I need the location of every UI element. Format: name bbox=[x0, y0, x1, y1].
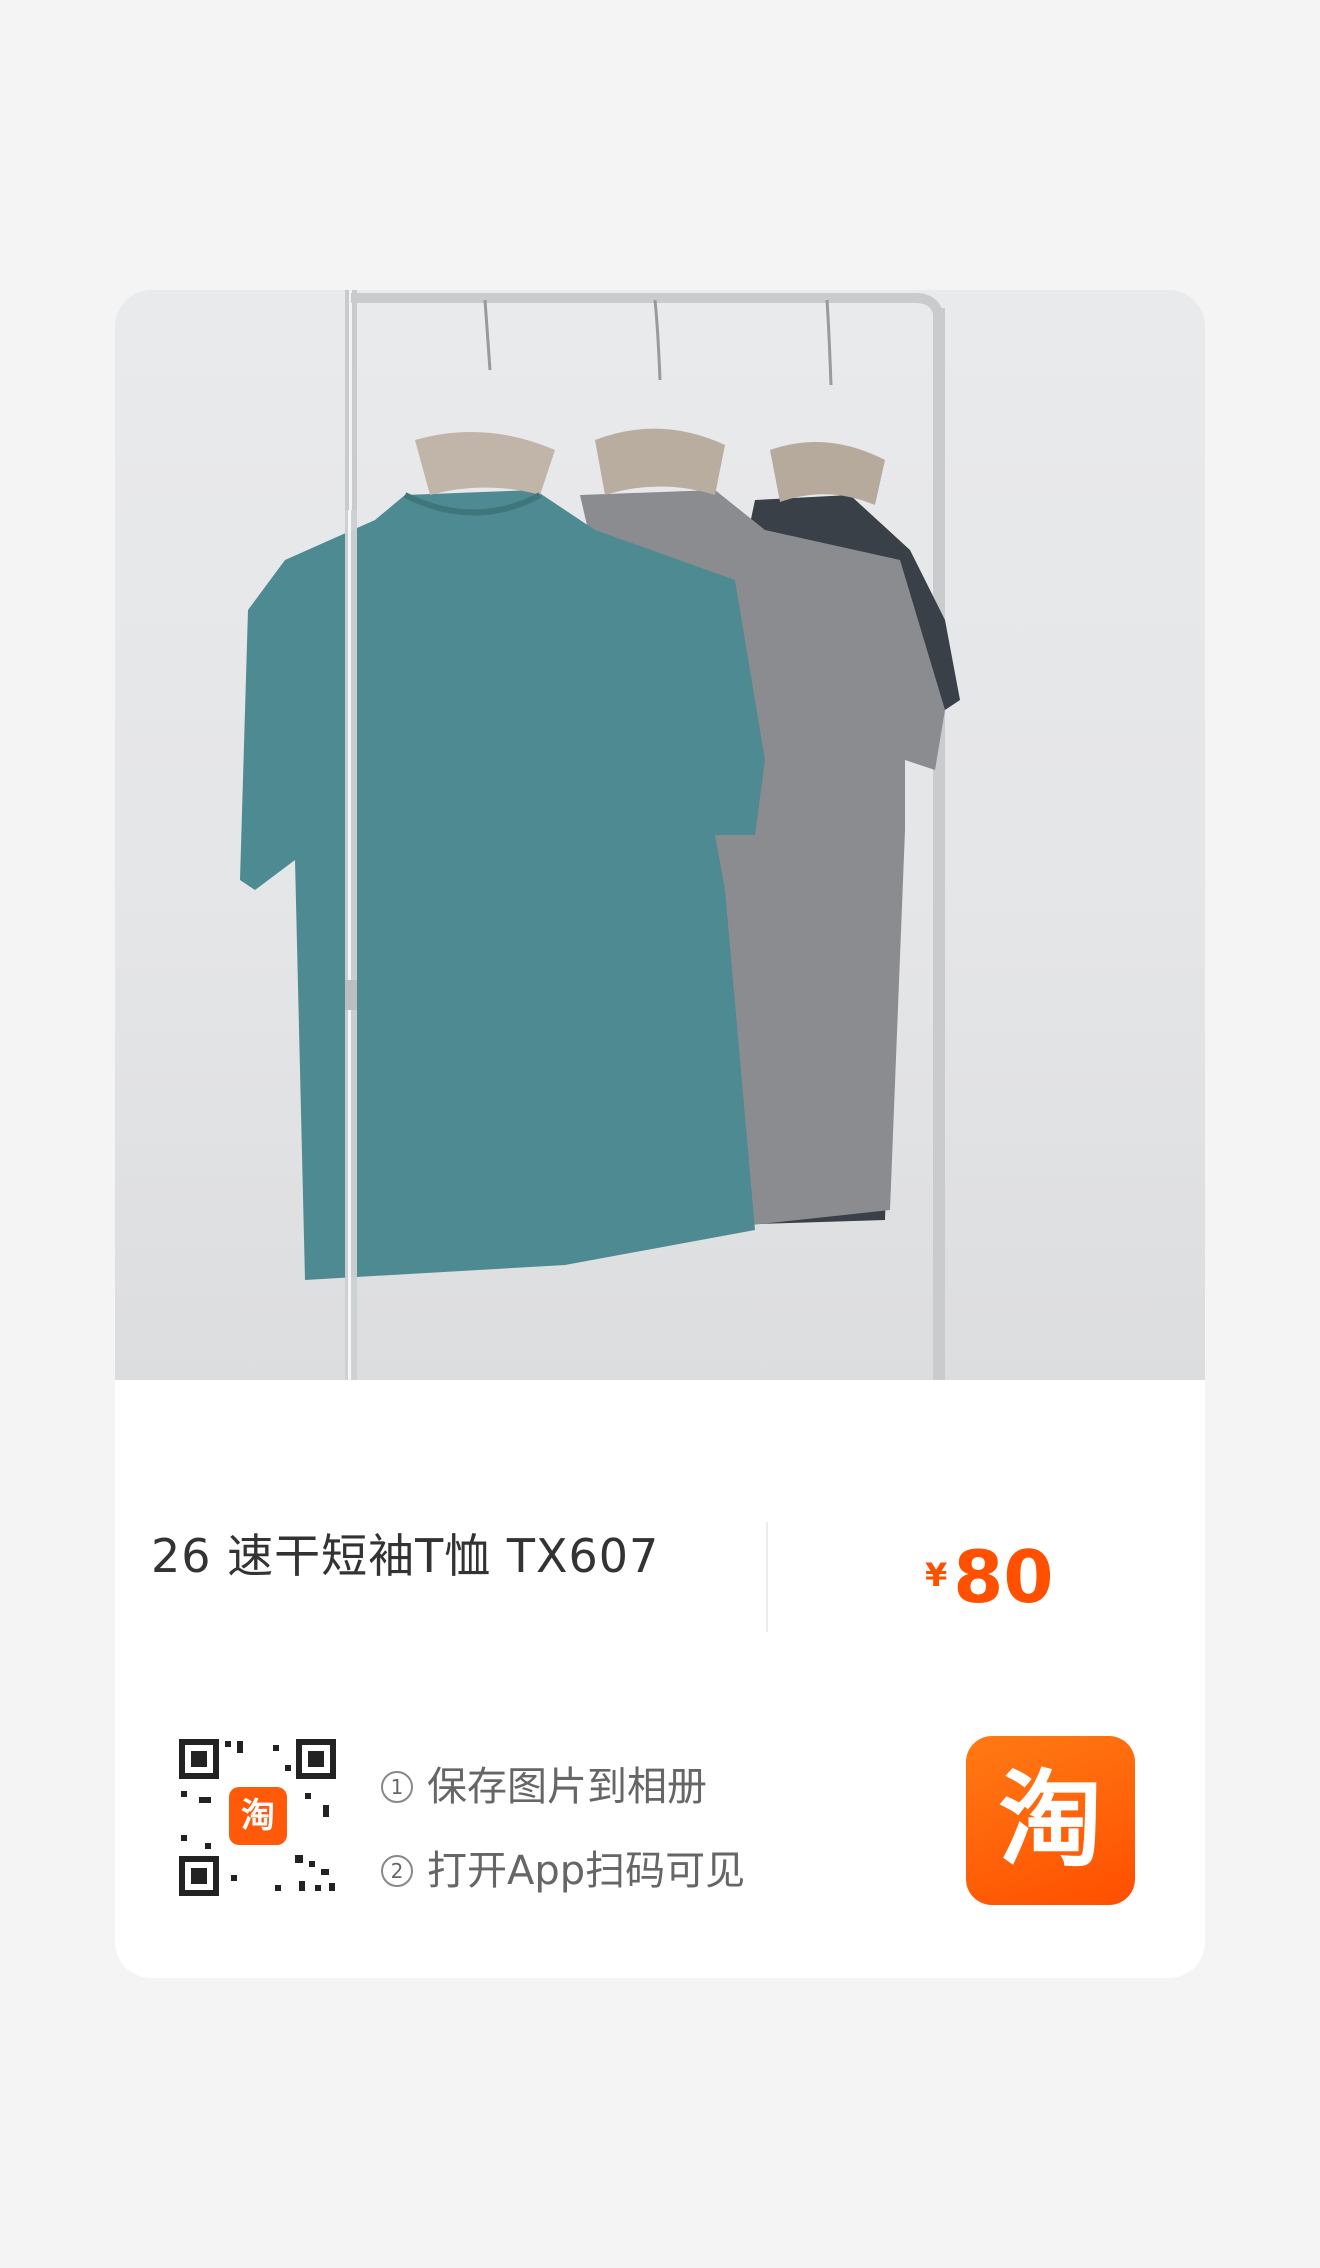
step-2-number-icon: 2 bbox=[381, 1855, 413, 1887]
step-1-number-icon: 1 bbox=[381, 1771, 413, 1803]
teal-tshirt bbox=[240, 490, 765, 1280]
rack-top-bar bbox=[351, 293, 944, 323]
qr-logo-glyph: 淘 bbox=[241, 1796, 275, 1836]
qr-taobao-logo: 淘 bbox=[229, 1787, 287, 1845]
app-logo-glyph: 淘 bbox=[998, 1759, 1103, 1881]
step-1-text: 保存图片到相册 bbox=[427, 1764, 707, 1810]
currency-symbol: ¥ bbox=[925, 1556, 948, 1594]
product-price: ¥80 bbox=[925, 1535, 1053, 1619]
product-photo-illustration bbox=[240, 290, 960, 1380]
step-2-text: 打开App扫码可见 bbox=[427, 1848, 746, 1894]
rack-pole-right bbox=[933, 308, 945, 1380]
taobao-app-icon[interactable]: 淘 bbox=[966, 1736, 1135, 1905]
product-photo[interactable] bbox=[115, 290, 1205, 1380]
price-amount: 80 bbox=[953, 1535, 1054, 1619]
share-card: 26 速干短袖T恤 TX607 ¥80 淘 1 保存图片到相册 2 打开App扫码可… bbox=[115, 290, 1205, 1978]
instruction-step-2: 2 打开App扫码可见 bbox=[381, 1838, 745, 1896]
divider bbox=[766, 1522, 768, 1632]
instruction-step-1: 1 保存图片到相册 bbox=[381, 1754, 707, 1812]
qr-code[interactable]: 淘 bbox=[175, 1735, 340, 1900]
product-title[interactable]: 26 速干短袖T恤 TX607 bbox=[151, 1520, 659, 1586]
